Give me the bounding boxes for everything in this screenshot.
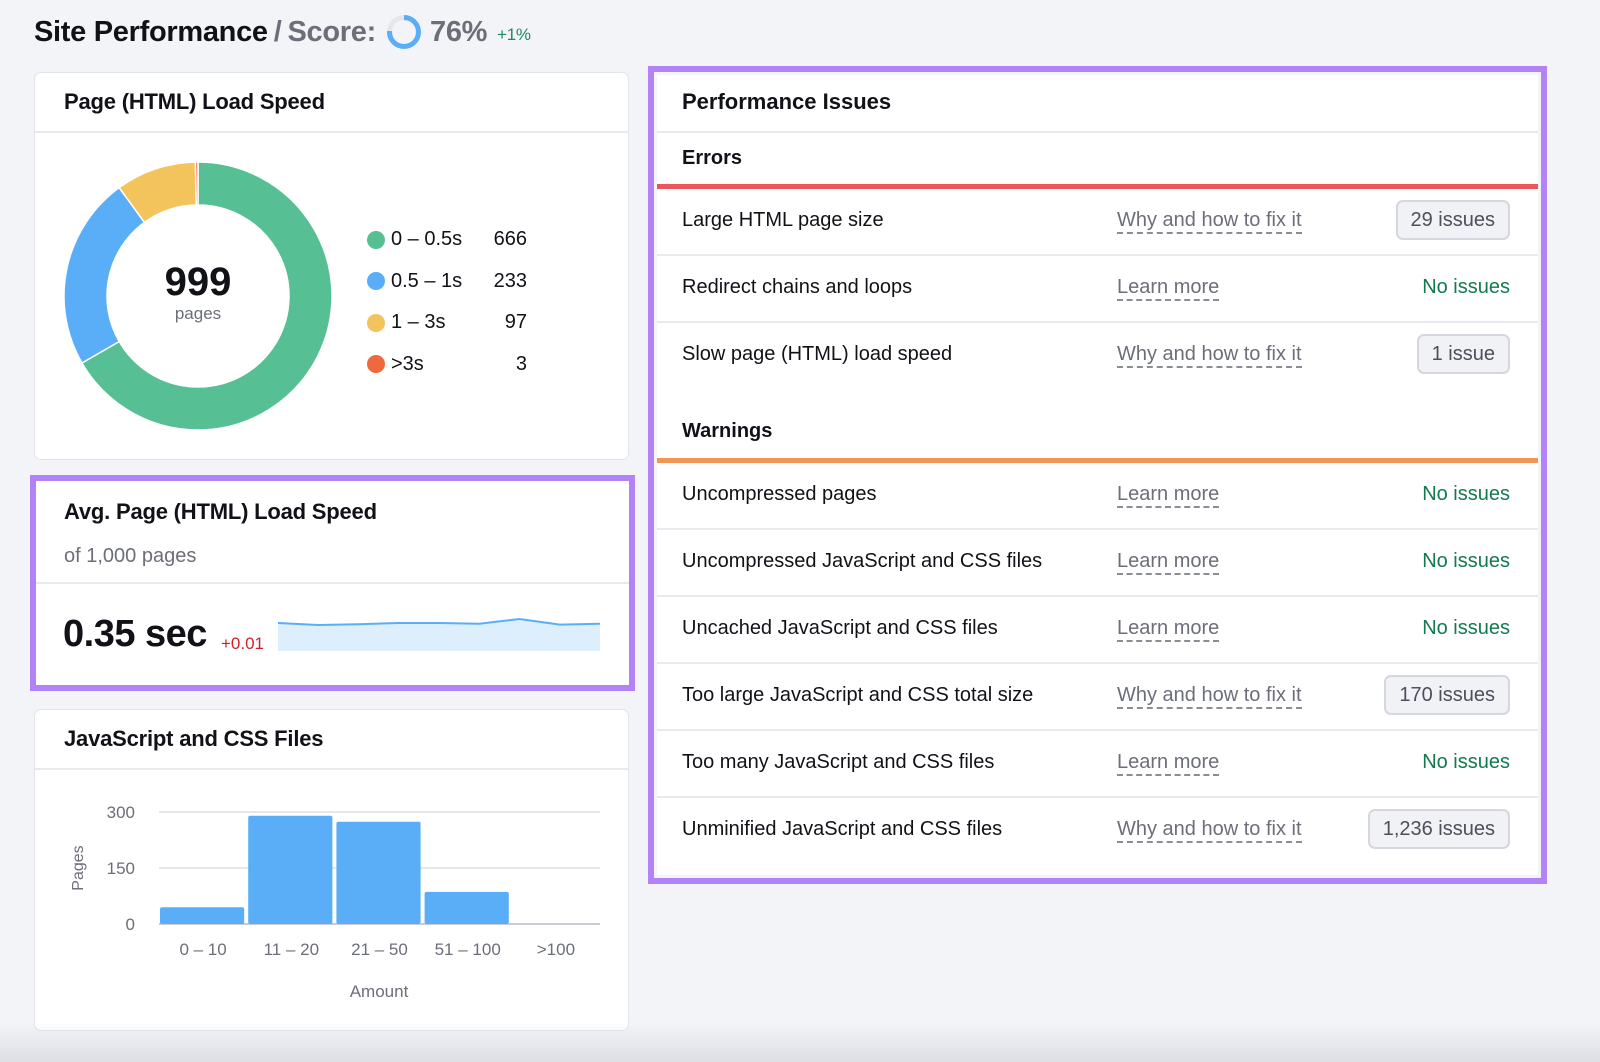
no-issues-status: No issues	[1422, 276, 1510, 298]
divider	[35, 131, 628, 133]
donut-unit: pages	[174, 304, 222, 323]
score-label: Score:	[287, 15, 377, 48]
issue-help-link[interactable]: Why and how to fix it	[1117, 209, 1302, 234]
avg-speed-value: 0.35 sec	[63, 613, 207, 655]
x-tick-label: 21 – 50	[351, 940, 408, 959]
legend-value: 233	[493, 269, 527, 292]
load-speed-donut: 999 pages	[63, 161, 333, 431]
issue-help-link[interactable]: Why and how to fix it	[1117, 818, 1302, 843]
bottom-fade	[0, 1022, 1600, 1062]
no-issues-status: No issues	[1422, 550, 1510, 572]
issue-row: Unminified JavaScript and CSS files Why a…	[657, 798, 1538, 865]
legend-dot-icon	[367, 272, 385, 291]
issue-help-link[interactable]: Learn more	[1117, 550, 1220, 575]
issue-name: Uncached JavaScript and CSS files	[682, 617, 998, 639]
legend-label: 1 – 3s	[391, 311, 446, 334]
issue-count-badge[interactable]: 1 issue	[1416, 334, 1510, 374]
no-issues-status: No issues	[1422, 617, 1510, 639]
issue-name: Redirect chains and loops	[682, 276, 913, 298]
issues-title: Performance Issues	[682, 89, 892, 114]
donut-center: 999 pages	[63, 161, 333, 431]
bar[interactable]	[424, 891, 509, 924]
legend-item[interactable]: 0.5 – 1s 233	[367, 261, 527, 303]
js-css-title: JavaScript and CSS Files	[64, 726, 324, 751]
legend-label: >3s	[391, 352, 424, 375]
issue-row: Too many JavaScript and CSS files Learn m…	[657, 731, 1538, 798]
issue-row: Uncompressed JavaScript and CSS files Lea…	[657, 530, 1538, 597]
issue-name: Slow page (HTML) load speed	[682, 343, 953, 365]
issue-count-badge[interactable]: 1,236 issues	[1367, 809, 1510, 849]
bar[interactable]	[336, 821, 421, 924]
legend-item[interactable]: 1 – 3s 97	[367, 302, 527, 344]
divider	[657, 131, 1538, 133]
bar[interactable]	[248, 815, 333, 924]
issue-count-badge[interactable]: 29 issues	[1395, 200, 1510, 240]
title-separator: /	[273, 15, 282, 48]
legend-value: 97	[504, 311, 527, 334]
x-tick-label: 51 – 100	[435, 940, 501, 959]
score-delta: +1%	[497, 25, 531, 44]
load-speed-title: Page (HTML) Load Speed	[64, 89, 325, 114]
issue-help-link[interactable]: Learn more	[1117, 617, 1220, 642]
issue-row: Too large JavaScript and CSS total size W…	[657, 664, 1538, 731]
js-css-card: JavaScript and CSS Files 0 150 300 0 – 10 1…	[34, 709, 629, 1031]
x-tick-label: 11 – 20	[264, 940, 319, 959]
legend-dot-icon	[367, 313, 385, 332]
errors-heading: Errors	[682, 147, 743, 169]
issue-row: Uncached JavaScript and CSS files Learn m…	[657, 597, 1538, 664]
no-issues-status: No issues	[1422, 483, 1510, 505]
avg-speed-delta: +0.01	[221, 634, 265, 653]
avg-speed-sparkline	[278, 617, 600, 651]
divider	[36, 582, 629, 584]
y-tick-label: 0	[126, 915, 135, 934]
load-speed-card: Page (HTML) Load Speed 999 pages 0 – 0.5…	[34, 72, 629, 460]
performance-issues-card: Performance Issues Errors Large HTML pag…	[657, 75, 1538, 875]
issue-name: Unminified JavaScript and CSS files	[682, 818, 1003, 840]
legend-label: 0.5 – 1s	[391, 269, 463, 292]
legend-dot-icon	[367, 355, 385, 374]
warnings-heading: Warnings	[682, 420, 773, 442]
issue-help-link[interactable]: Why and how to fix it	[1117, 684, 1302, 709]
legend-dot-icon	[367, 230, 385, 249]
score-ring-icon	[386, 15, 421, 49]
issue-name: Uncompressed JavaScript and CSS files	[682, 550, 1043, 572]
issue-count-badge[interactable]: 170 issues	[1384, 675, 1510, 715]
issue-help-link[interactable]: Why and how to fix it	[1117, 343, 1302, 368]
page-header: Site Performance / Score: 76% +1%	[34, 12, 531, 52]
y-axis-label: Pages	[70, 845, 87, 890]
x-tick-label: >100	[537, 940, 575, 959]
legend-item[interactable]: >3s 3	[367, 344, 527, 386]
issue-name: Large HTML page size	[682, 209, 884, 231]
js-css-bar-chart: 0 150 300 0 – 10 11 – 20 21 – 50 51 – 100 >100…	[70, 803, 600, 1001]
legend-label: 0 – 0.5s	[391, 228, 463, 251]
donut-total: 999	[164, 260, 232, 304]
avg-speed-title: Avg. Page (HTML) Load Speed	[64, 499, 377, 524]
x-axis-label: Amount	[350, 982, 409, 1001]
issue-row: Redirect chains and loops Learn more No is…	[657, 256, 1538, 323]
page-title: Site Performance	[34, 15, 268, 48]
avg-speed-card: Avg. Page (HTML) Load Speed of 1,000 pag…	[36, 481, 629, 685]
issue-help-link[interactable]: Learn more	[1117, 751, 1220, 776]
issue-row: Slow page (HTML) load speed Why and how t…	[657, 323, 1538, 390]
donut-legend: 0 – 0.5s 666 0.5 – 1s 233 1 – 3s 97 >3s …	[367, 219, 527, 385]
issue-help-link[interactable]: Learn more	[1117, 276, 1220, 301]
legend-value: 666	[493, 228, 527, 251]
bar[interactable]	[160, 907, 245, 924]
avg-speed-subtitle: of 1,000 pages	[64, 545, 197, 567]
score-value: 76%	[429, 15, 488, 48]
issue-name: Too many JavaScript and CSS files	[682, 751, 995, 773]
issue-row: Uncompressed pages Learn more No issues	[657, 463, 1538, 530]
x-tick-label: 0 – 10	[179, 940, 226, 959]
y-tick-label: 300	[107, 803, 135, 822]
y-tick-label: 150	[107, 859, 135, 878]
issue-row: Large HTML page size Why and how to fix i…	[657, 189, 1538, 256]
issue-help-link[interactable]: Learn more	[1117, 483, 1220, 508]
legend-item[interactable]: 0 – 0.5s 666	[367, 219, 527, 261]
legend-value: 3	[515, 352, 527, 375]
issue-name: Uncompressed pages	[682, 483, 877, 505]
no-issues-status: No issues	[1422, 751, 1510, 773]
issue-name: Too large JavaScript and CSS total size	[682, 684, 1034, 706]
